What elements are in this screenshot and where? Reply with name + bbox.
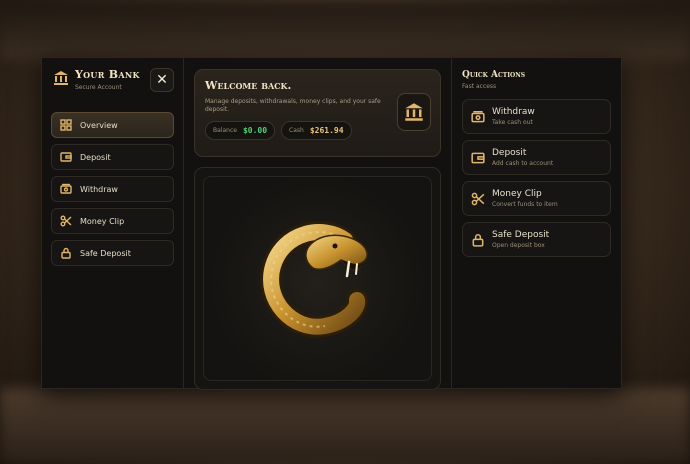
nav-item-withdraw[interactable]: Withdraw (51, 176, 174, 202)
nav-item-label: Money Clip (80, 216, 125, 226)
nav-item-overview[interactable]: Overview (51, 112, 174, 138)
wallet-icon (60, 152, 72, 162)
balance-badge: Balance $0.00 (205, 121, 276, 141)
sidebar: Your Bank Secure Account ✕ Overview Depo… (42, 58, 184, 388)
grid-icon (60, 119, 72, 131)
scissors-icon (471, 192, 485, 205)
welcome-card: Welcome back. Manage deposits, withdrawa… (194, 69, 441, 157)
bank-title: Your Bank (75, 68, 140, 81)
action-label: Money Clip (492, 189, 542, 199)
nav-item-label: Safe Deposit (80, 248, 131, 258)
bank-subtitle: Secure Account (75, 84, 122, 91)
quick-actions-subtitle: Fast access (462, 83, 497, 90)
nav-item-money-clip[interactable]: Money Clip (51, 208, 174, 234)
action-description: Take cash out (492, 119, 533, 126)
background-floor (0, 388, 690, 464)
action-label: Safe Deposit (492, 230, 550, 240)
wallet-icon (471, 152, 485, 163)
nav-item-deposit[interactable]: Deposit (51, 144, 174, 170)
logo-panel (194, 167, 441, 390)
bank-icon (405, 103, 423, 121)
snake-logo (259, 220, 368, 338)
balance-label: Balance (213, 127, 237, 135)
close-icon: ✕ (156, 72, 168, 88)
nav-item-label: Deposit (80, 152, 111, 162)
action-description: Open deposit box (492, 242, 545, 249)
quick-actions-title: Quick Actions (462, 70, 526, 80)
welcome-title: Welcome back. (205, 79, 292, 92)
action-description: Convert funds to item (492, 201, 558, 208)
action-label: Deposit (492, 148, 527, 158)
balance-value: $0.00 (242, 126, 268, 136)
action-description: Add cash to account (492, 160, 554, 167)
cash-icon (471, 110, 485, 122)
action-label: Withdraw (492, 107, 535, 117)
cash-icon (60, 183, 72, 194)
cash-value: $261.94 (309, 126, 344, 136)
bank-badge (397, 93, 431, 131)
action-safe-deposit[interactable]: Safe Deposit Open deposit box (462, 222, 611, 257)
action-deposit[interactable]: Deposit Add cash to account (462, 140, 611, 175)
action-money-clip[interactable]: Money Clip Convert funds to item (462, 181, 611, 216)
scissors-icon (60, 215, 72, 227)
logo-frame (203, 176, 432, 381)
lock-icon (472, 233, 484, 247)
main-panel: Welcome back. Manage deposits, withdrawa… (184, 58, 452, 390)
cash-label: Cash (289, 127, 304, 135)
close-button[interactable]: ✕ (150, 68, 174, 92)
bank-icon (54, 71, 68, 85)
background-ceiling (0, 0, 690, 60)
nav-item-safe-deposit[interactable]: Safe Deposit (51, 240, 174, 266)
lock-icon (61, 247, 71, 259)
welcome-description: Manage deposits, withdrawals, money clip… (205, 98, 381, 114)
bank-window: Your Bank Secure Account ✕ Overview Depo… (41, 57, 622, 390)
quick-actions-panel: Quick Actions Fast access Withdraw Take … (452, 58, 621, 388)
nav-item-label: Overview (80, 120, 118, 130)
cash-badge: Cash $261.94 (281, 121, 352, 141)
action-withdraw[interactable]: Withdraw Take cash out (462, 99, 611, 134)
nav-item-label: Withdraw (80, 184, 118, 194)
